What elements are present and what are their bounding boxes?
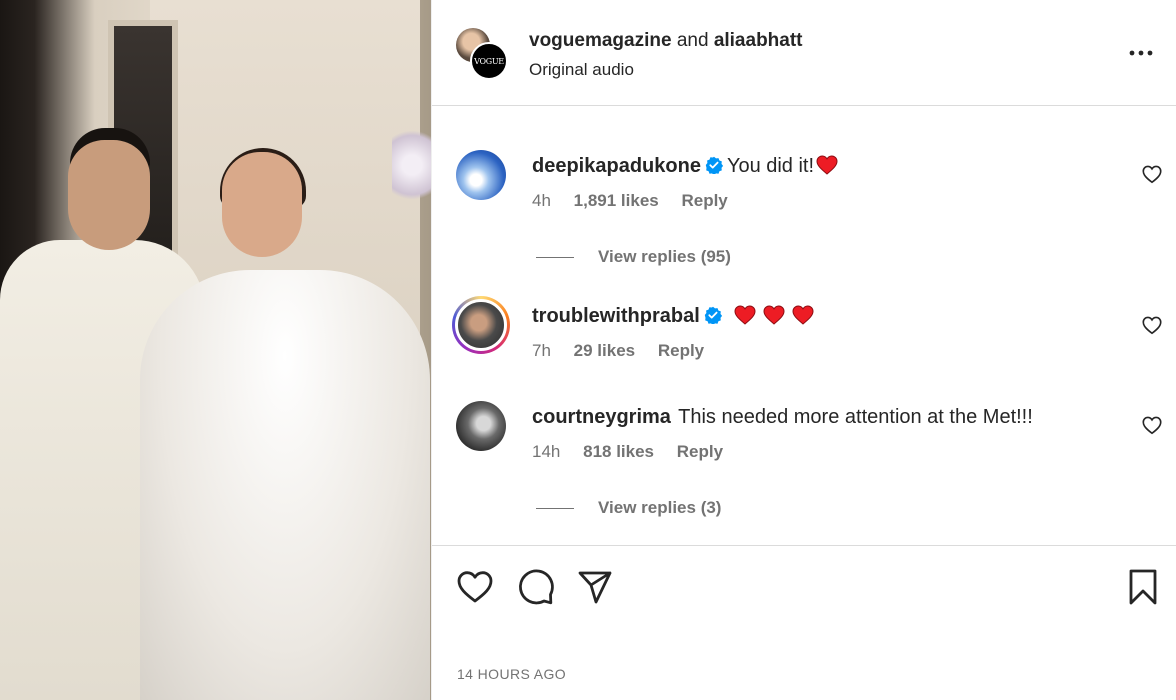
comment-meta: 14h 818 likes Reply: [532, 442, 1117, 462]
post-photo[interactable]: [0, 0, 431, 700]
paper-plane-icon[interactable]: [575, 567, 615, 607]
verified-badge-icon: [704, 306, 722, 324]
vogue-logo: VOGUE: [474, 56, 504, 66]
replies-divider: [536, 257, 574, 259]
comment-likes[interactable]: 818 likes: [583, 442, 654, 461]
view-replies-label: View replies (3): [598, 498, 722, 517]
photo-person-face: [222, 152, 302, 257]
post-authors: voguemagazine and aliaabhatt: [529, 30, 803, 52]
comment-body: troublewithprabal 7h 29 likes Reply: [532, 303, 1117, 361]
comment-likes[interactable]: 29 likes: [574, 341, 635, 360]
photo-person-face: [68, 140, 150, 250]
comment-meta: 4h 1,891 likes Reply: [532, 191, 1117, 211]
comment-body: courtneygrima This needed more attention…: [532, 404, 1117, 462]
comment-avatar-story-ring[interactable]: [452, 296, 510, 354]
post-side-panel: 1 m VOGUE voguemagazine and aliaabhatt O…: [431, 0, 1176, 700]
audio-link[interactable]: Original audio: [529, 60, 634, 80]
red-heart-emoji: [792, 305, 814, 325]
replies-divider: [536, 508, 574, 510]
photo-person-pearl-gown: [140, 270, 430, 700]
comment-time[interactable]: 7h: [532, 341, 551, 360]
heart-outline-icon[interactable]: [1141, 163, 1163, 185]
heart-outline-icon[interactable]: [455, 567, 495, 607]
view-replies-label: View replies (95): [598, 247, 731, 266]
author-joiner: and: [676, 30, 709, 51]
view-replies-button[interactable]: View replies (95): [536, 247, 731, 267]
reply-button[interactable]: Reply: [681, 191, 727, 210]
reply-button[interactable]: Reply: [658, 341, 704, 360]
instagram-post-view: 1 m VOGUE voguemagazine and aliaabhatt O…: [0, 0, 1176, 700]
post-timestamp[interactable]: 14 HOURS AGO: [457, 666, 566, 682]
comment-text-line: courtneygrima This needed more attention…: [532, 404, 1117, 430]
comment-username[interactable]: troublewithprabal: [532, 305, 700, 327]
reply-button[interactable]: Reply: [677, 442, 723, 461]
comment-avatar: [455, 299, 507, 351]
comment-text-line: deepikapadukone You did it!: [532, 153, 1117, 179]
avatar-voguemagazine[interactable]: VOGUE: [470, 42, 508, 80]
collab-avatars[interactable]: VOGUE: [456, 28, 508, 80]
view-replies-button[interactable]: View replies (3): [536, 498, 721, 518]
red-heart-emoji: [763, 305, 785, 325]
comment-text: This needed more attention at the Met!!!: [678, 406, 1033, 428]
heart-outline-icon[interactable]: [1141, 314, 1163, 336]
red-heart-emoji: [734, 305, 756, 325]
comment-text: You did it!: [726, 155, 815, 177]
author-link-aliaabhatt[interactable]: aliaabhatt: [714, 30, 803, 51]
comment-username[interactable]: deepikapadukone: [532, 155, 701, 177]
comment-time[interactable]: 14h: [532, 442, 560, 461]
more-horizontal-icon[interactable]: [1128, 42, 1154, 64]
bookmark-icon[interactable]: [1123, 567, 1163, 607]
comment-avatar[interactable]: [456, 150, 506, 200]
post-header: VOGUE voguemagazine and aliaabhatt Origi…: [432, 0, 1176, 106]
comment-username[interactable]: courtneygrima: [532, 406, 671, 428]
comment-time[interactable]: 4h: [532, 191, 551, 210]
post-action-bar: [432, 545, 1176, 627]
comment-bubble-icon[interactable]: [516, 567, 556, 607]
comment-meta: 7h 29 likes Reply: [532, 341, 1117, 361]
red-heart-emoji: [816, 155, 838, 175]
author-link-voguemagazine[interactable]: voguemagazine: [529, 30, 672, 51]
comment-body: deepikapadukone You did it! 4h 1,891 like…: [532, 153, 1117, 211]
verified-badge-icon: [705, 156, 723, 174]
comment-avatar[interactable]: [456, 401, 506, 451]
heart-outline-icon[interactable]: [1141, 414, 1163, 436]
photo-flowers: [392, 120, 431, 210]
comment-text-line: troublewithprabal: [532, 303, 1117, 329]
comment-likes[interactable]: 1,891 likes: [574, 191, 659, 210]
